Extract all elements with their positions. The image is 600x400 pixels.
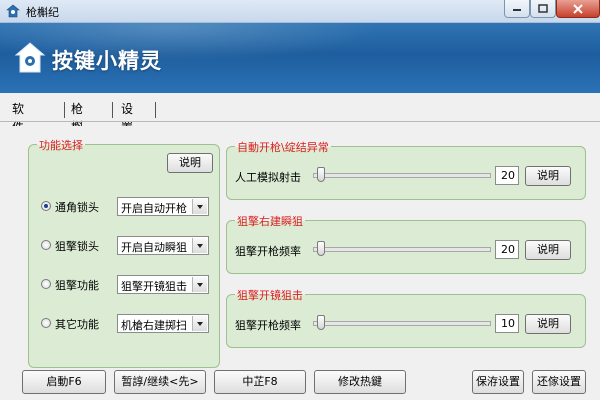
app-icon [6, 4, 20, 18]
sniper-right-group-title: 狙擎右建瞬狙 [235, 213, 305, 229]
tab-software-info[interactable]: 软件说明 [12, 100, 24, 170]
tab-settings[interactable]: 设置 [121, 100, 133, 134]
option-3-label: 狙擎功能 [55, 279, 99, 292]
auto-fire-slider-thumb[interactable] [317, 167, 325, 182]
title-bar[interactable]: 枪槲纪 [0, 0, 600, 23]
sniper-scope-slider-track[interactable] [313, 321, 491, 326]
tab-separator [64, 102, 65, 118]
chevron-down-icon[interactable] [192, 199, 207, 214]
function-select-group: 功能选择 说明 通角锁头 开启自动开枪 狙擎锁头 开启自动瞬狙 狙擎功能 狙擎开… [28, 137, 220, 368]
option-2-label: 狙擎锁头 [55, 240, 99, 253]
option-4-label: 其它功能 [55, 318, 99, 331]
chevron-down-icon[interactable] [192, 316, 207, 331]
auto-fire-label: 人工模拟射击 [235, 171, 301, 184]
chevron-down-icon[interactable] [192, 238, 207, 253]
option-1-label: 通角锁头 [55, 201, 99, 214]
sniper-scope-group-title: 狙擎开镜狙击 [235, 287, 305, 303]
edit-hotkey-button[interactable]: 修改热鍵 [314, 370, 406, 394]
minimize-button[interactable] [504, 0, 530, 18]
window-title: 枪槲纪 [26, 6, 59, 19]
start-button[interactable]: 启動F6 [22, 370, 106, 394]
minimize-icon [513, 8, 521, 11]
sniper-right-slider-thumb[interactable] [317, 241, 325, 256]
close-button[interactable] [556, 0, 600, 18]
sniper-scope-help-button[interactable]: 说明 [525, 314, 571, 334]
option-3-dropdown-value: 狙擎开镜狙击 [121, 280, 187, 293]
tab-separator [155, 102, 156, 118]
header-banner: 按键小精灵 [0, 23, 600, 93]
house-logo-icon [14, 42, 46, 73]
sniper-right-group: 狙擎右建瞬狙 狙擎开枪频率 20 说明 [226, 213, 586, 274]
option-3-dropdown[interactable]: 狙擎开镜狙击 [117, 275, 209, 294]
close-icon [573, 3, 583, 14]
option-1-dropdown-value: 开启自动开枪 [121, 202, 187, 215]
option-2-dropdown-value: 开启自动瞬狙 [121, 241, 187, 254]
sniper-right-label: 狙擎开枪频率 [235, 245, 301, 258]
save-settings-button[interactable]: 保洊设置 [472, 370, 524, 394]
sniper-right-slider-track[interactable] [313, 247, 491, 252]
radio-option-2[interactable] [41, 240, 51, 250]
sniper-scope-slider-thumb[interactable] [317, 315, 325, 330]
sniper-scope-label: 狙擎开枪频率 [235, 319, 301, 332]
chevron-down-icon[interactable] [192, 277, 207, 292]
tab-content: 功能选择 说明 通角锁头 开启自动开枪 狙擎锁头 开启自动瞬狙 狙擎功能 狙擎开… [6, 126, 594, 368]
option-1-dropdown[interactable]: 开启自动开枪 [117, 197, 209, 216]
tab-separator [112, 102, 113, 118]
sniper-scope-value[interactable]: 10 [495, 314, 519, 333]
stop-button[interactable]: 中芷F8 [214, 370, 306, 394]
logo-text: 按键小精灵 [52, 49, 162, 73]
maximize-button[interactable] [530, 0, 556, 18]
option-2-dropdown[interactable]: 开启自动瞬狙 [117, 236, 209, 255]
app-window: 枪槲纪 按键小精灵 软件说明 枪槲纪 设置 [0, 0, 600, 400]
option-4-dropdown-value: 机槍右建掷扫 [121, 319, 187, 332]
radio-option-1[interactable] [41, 201, 51, 211]
radio-option-4[interactable] [41, 318, 51, 328]
sniper-right-value[interactable]: 20 [495, 240, 519, 259]
auto-fire-help-button[interactable]: 说明 [525, 166, 571, 186]
radio-option-3[interactable] [41, 279, 51, 289]
auto-fire-slider-track[interactable] [313, 173, 491, 178]
sniper-scope-group: 狙擎开镜狙击 狙擎开枪频率 10 说明 [226, 287, 586, 348]
function-group-title: 功能选择 [37, 137, 85, 153]
function-help-button[interactable]: 说明 [167, 153, 213, 173]
maximize-icon [538, 3, 548, 13]
auto-fire-group-title: 自動开枪\绽结异常 [235, 139, 331, 155]
option-4-dropdown[interactable]: 机槍右建掷扫 [117, 314, 209, 333]
pause-resume-button[interactable]: 暂諄/继续<先> [114, 370, 206, 394]
tab-underline [0, 121, 600, 122]
auto-fire-group: 自動开枪\绽结异常 人工模拟射击 20 说明 [226, 139, 586, 200]
restore-settings-button[interactable]: 还傢设置 [532, 370, 586, 394]
sniper-right-help-button[interactable]: 说明 [525, 240, 571, 260]
tab-main[interactable]: 枪槲纪 [71, 100, 83, 152]
auto-fire-value[interactable]: 20 [495, 166, 519, 185]
